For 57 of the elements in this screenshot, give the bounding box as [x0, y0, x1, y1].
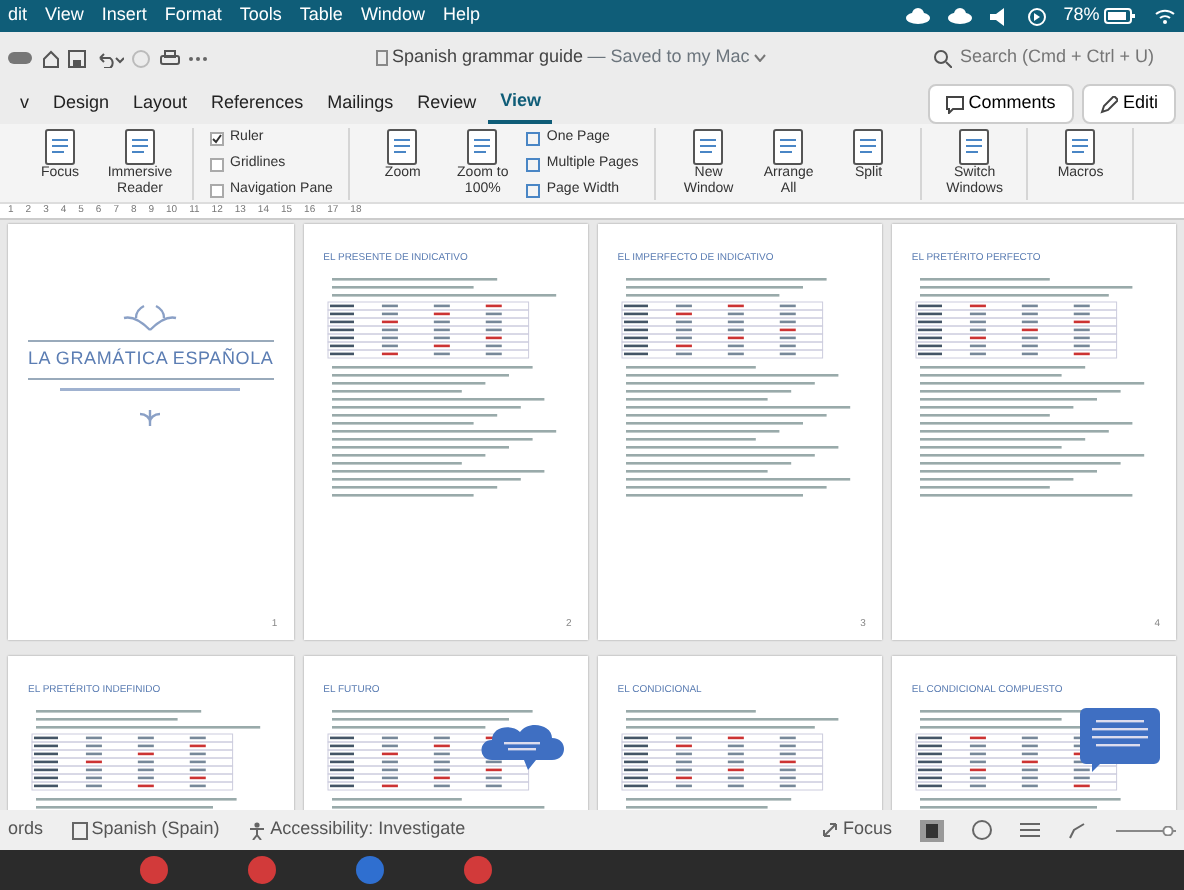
menu-item[interactable]: Format: [164, 2, 222, 30]
draft-icon[interactable]: [1068, 821, 1088, 839]
save-icon[interactable]: [68, 49, 86, 67]
document-title: Spanish grammar guide: [391, 44, 584, 71]
menu-item[interactable]: dit: [8, 2, 28, 30]
ribbon-tab[interactable]: Design: [41, 86, 122, 122]
cloud-icon[interactable]: [947, 8, 972, 24]
app-icon[interactable]: [248, 856, 276, 884]
ribbon-tab[interactable]: v: [8, 86, 41, 122]
app-icon[interactable]: [464, 856, 492, 884]
ribbon-tab[interactable]: Layout: [121, 86, 200, 122]
document-icon: [71, 821, 88, 839]
battery-icon: [1104, 8, 1136, 24]
pencil-icon: [1100, 95, 1119, 113]
language-status[interactable]: Spanish (Spain): [91, 816, 220, 844]
ribbon-tab[interactable]: References: [199, 86, 316, 122]
expand-icon: [822, 822, 839, 838]
menu-item[interactable]: Tools: [239, 2, 282, 30]
undo-icon[interactable]: [95, 49, 123, 67]
save-status[interactable]: — Saved to my Mac: [587, 44, 750, 72]
search-field[interactable]: Search (Cmd + Ctrl + U): [956, 42, 1176, 74]
chevron-icon[interactable]: [754, 54, 767, 62]
callout-shape: [1080, 708, 1160, 772]
menu-item[interactable]: Help: [442, 2, 480, 30]
wifi-icon[interactable]: [1154, 8, 1176, 24]
zoom-slider-icon[interactable]: [1116, 825, 1176, 835]
cloud-icon[interactable]: [905, 8, 930, 24]
app-icon[interactable]: [140, 856, 168, 884]
home-icon[interactable]: [41, 49, 59, 67]
more-icon[interactable]: [188, 55, 208, 61]
menu-item[interactable]: Insert: [101, 2, 147, 30]
accessibility-icon: [247, 821, 266, 839]
speaker-icon[interactable]: [989, 7, 1010, 25]
flower-ornament-icon: [136, 405, 165, 425]
print-layout-icon[interactable]: [920, 819, 944, 841]
comment-icon: [945, 95, 964, 113]
focus-button[interactable]: Focus: [822, 816, 892, 844]
search-icon: [933, 49, 952, 67]
editing-button[interactable]: Editi: [1082, 84, 1176, 124]
battery-percent: 78%: [1063, 2, 1100, 29]
ribbon-tab[interactable]: Mailings: [315, 86, 406, 122]
leaf-ornament-icon: [120, 304, 181, 332]
menu-item[interactable]: Table: [299, 2, 343, 30]
word-count[interactable]: ords: [8, 816, 44, 844]
app-icon[interactable]: [356, 856, 384, 884]
accessibility-status[interactable]: Accessibility: Investigate: [270, 816, 466, 844]
cover-title: LA GRAMÁTICA ESPAÑOLA: [28, 340, 274, 379]
menu-item[interactable]: View: [45, 2, 84, 30]
comments-button[interactable]: Comments: [927, 84, 1074, 124]
outline-icon[interactable]: [1020, 822, 1040, 838]
menu-item[interactable]: Window: [360, 2, 425, 30]
print-icon[interactable]: [159, 49, 179, 67]
document-icon: [375, 50, 388, 66]
play-icon[interactable]: [1027, 7, 1046, 25]
web-layout-icon[interactable]: [972, 820, 992, 840]
ribbon-tab[interactable]: Review: [405, 86, 489, 122]
toggle-icon[interactable]: [8, 52, 32, 64]
